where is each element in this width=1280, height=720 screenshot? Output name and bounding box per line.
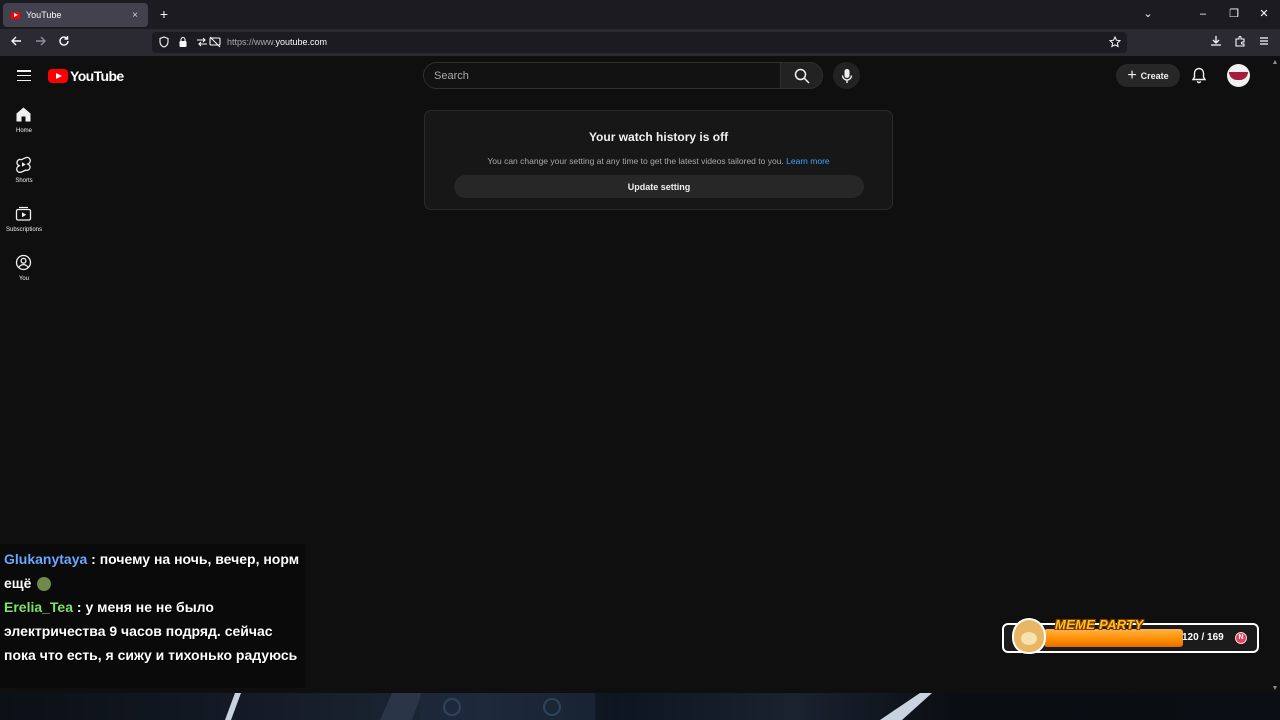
address-bar[interactable]: https://www.youtube.com [152, 32, 1127, 53]
watch-history-off-card: Your watch history is off You can change… [424, 110, 893, 210]
scroll-up-arrow-icon[interactable]: ▲ [1270, 59, 1280, 66]
tracking-protection-shield-icon[interactable] [158, 36, 170, 49]
reload-icon [59, 36, 69, 46]
sidebar-item-subscriptions[interactable]: Subscriptions [0, 195, 48, 241]
chat-message: Erelia_Tea : у меня не не было электриче… [4, 595, 302, 667]
search-icon [794, 68, 810, 84]
restore-window-button[interactable]: ❐ [1227, 7, 1241, 21]
stream-background-art [225, 693, 932, 720]
sidebar-item-label: Home [15, 128, 32, 134]
notifications-bell-icon[interactable] [1191, 67, 1207, 84]
browser-tab-bar: YouTube × + ⌄ – ❐ ✕ [0, 0, 1280, 29]
shorts-icon [16, 156, 31, 173]
search-input[interactable]: Search [423, 62, 781, 89]
voice-search-button[interactable] [833, 62, 860, 89]
card-description: You can change your setting at any time … [425, 156, 892, 166]
plus-icon: + [1127, 66, 1137, 84]
download-icon [1211, 36, 1221, 46]
subscriptions-icon [15, 206, 32, 221]
you-icon [15, 254, 32, 271]
bookmark-star-icon[interactable] [1108, 35, 1122, 49]
back-arrow-icon [11, 36, 21, 46]
search-placeholder: Search [434, 70, 469, 82]
tab-title: YouTube [26, 10, 62, 20]
card-title: Your watch history is off [588, 130, 729, 144]
search-button[interactable] [780, 62, 823, 89]
forward-arrow-icon [36, 36, 46, 46]
doge-icon [1012, 618, 1046, 654]
sidebar-item-label: You [18, 276, 30, 282]
chat-message: Glukanytaya : почему на ночь, вечер, нор… [4, 547, 302, 595]
guide-menu-icon[interactable] [17, 70, 31, 82]
scroll-down-arrow-icon[interactable]: ▼ [1270, 685, 1280, 692]
sidebar-item-home[interactable]: Home [0, 96, 48, 142]
sidebar-item-label: Shorts [15, 178, 33, 184]
youtube-logo[interactable]: YouTube [48, 68, 124, 84]
sidebar-item-you[interactable]: You [0, 244, 48, 290]
back-button[interactable] [8, 35, 24, 51]
logo-text: YouTube [70, 68, 124, 84]
learn-more-link[interactable]: Learn more [786, 156, 829, 166]
menu-icon [1260, 37, 1268, 45]
browser-nav-bar: https://www.youtube.com [0, 29, 1280, 56]
update-setting-label: Update setting [627, 181, 691, 192]
youtube-favicon-icon [11, 11, 20, 19]
app-menu-button[interactable] [1256, 35, 1272, 51]
downloads-button[interactable] [1208, 35, 1224, 51]
home-icon [16, 107, 31, 122]
url-prefix: https://www. [227, 37, 276, 47]
meme-party-widget: 120 / 169 MEME PARTY [1002, 617, 1259, 656]
stream-chat-overlay: Glukanytaya : почему на ночь, вечер, нор… [0, 544, 306, 688]
update-setting-button[interactable]: Update setting [454, 175, 864, 198]
create-button[interactable]: + Create [1116, 64, 1180, 87]
browser-tab-youtube[interactable]: YouTube × [3, 3, 148, 27]
list-all-tabs-button[interactable]: ⌄ [1141, 7, 1155, 21]
sidebar-item-label: Subscriptions [5, 227, 43, 233]
meme-party-badge-icon [1235, 632, 1247, 644]
account-avatar[interactable] [1227, 64, 1250, 87]
chat-username: Erelia_Tea [4, 599, 74, 615]
tab-close-icon[interactable]: × [130, 10, 140, 21]
chat-emote-icon [37, 577, 52, 592]
close-window-button[interactable]: ✕ [1257, 7, 1271, 21]
url-text: https://www.youtube.com [227, 37, 327, 47]
stream-background-strip [0, 693, 1280, 720]
permissions-icon[interactable] [196, 36, 208, 49]
screen-sharing-icon[interactable] [209, 36, 221, 49]
forward-button[interactable] [33, 35, 49, 51]
reload-button[interactable] [56, 35, 72, 51]
new-tab-button[interactable]: + [156, 6, 172, 22]
youtube-play-logo-icon [48, 69, 68, 83]
chat-username: Glukanytaya [4, 551, 88, 567]
meme-party-count: 120 / 169 [1182, 632, 1224, 643]
page-scrollbar[interactable]: ▲ ▼ [1270, 56, 1280, 693]
puzzle-icon [1235, 35, 1245, 47]
extensions-button[interactable] [1232, 35, 1248, 51]
sidebar-item-shorts[interactable]: Shorts [0, 146, 48, 192]
url-domain: youtube.com [275, 37, 328, 47]
minimize-window-button[interactable]: – [1196, 7, 1210, 21]
microphone-icon [841, 68, 852, 83]
meme-party-title: MEME PARTY [1055, 617, 1144, 632]
card-description-text: You can change your setting at any time … [487, 156, 784, 166]
create-label: Create [1140, 70, 1169, 81]
lock-icon[interactable] [177, 36, 189, 49]
youtube-header: YouTube Search + Create [0, 56, 1270, 96]
